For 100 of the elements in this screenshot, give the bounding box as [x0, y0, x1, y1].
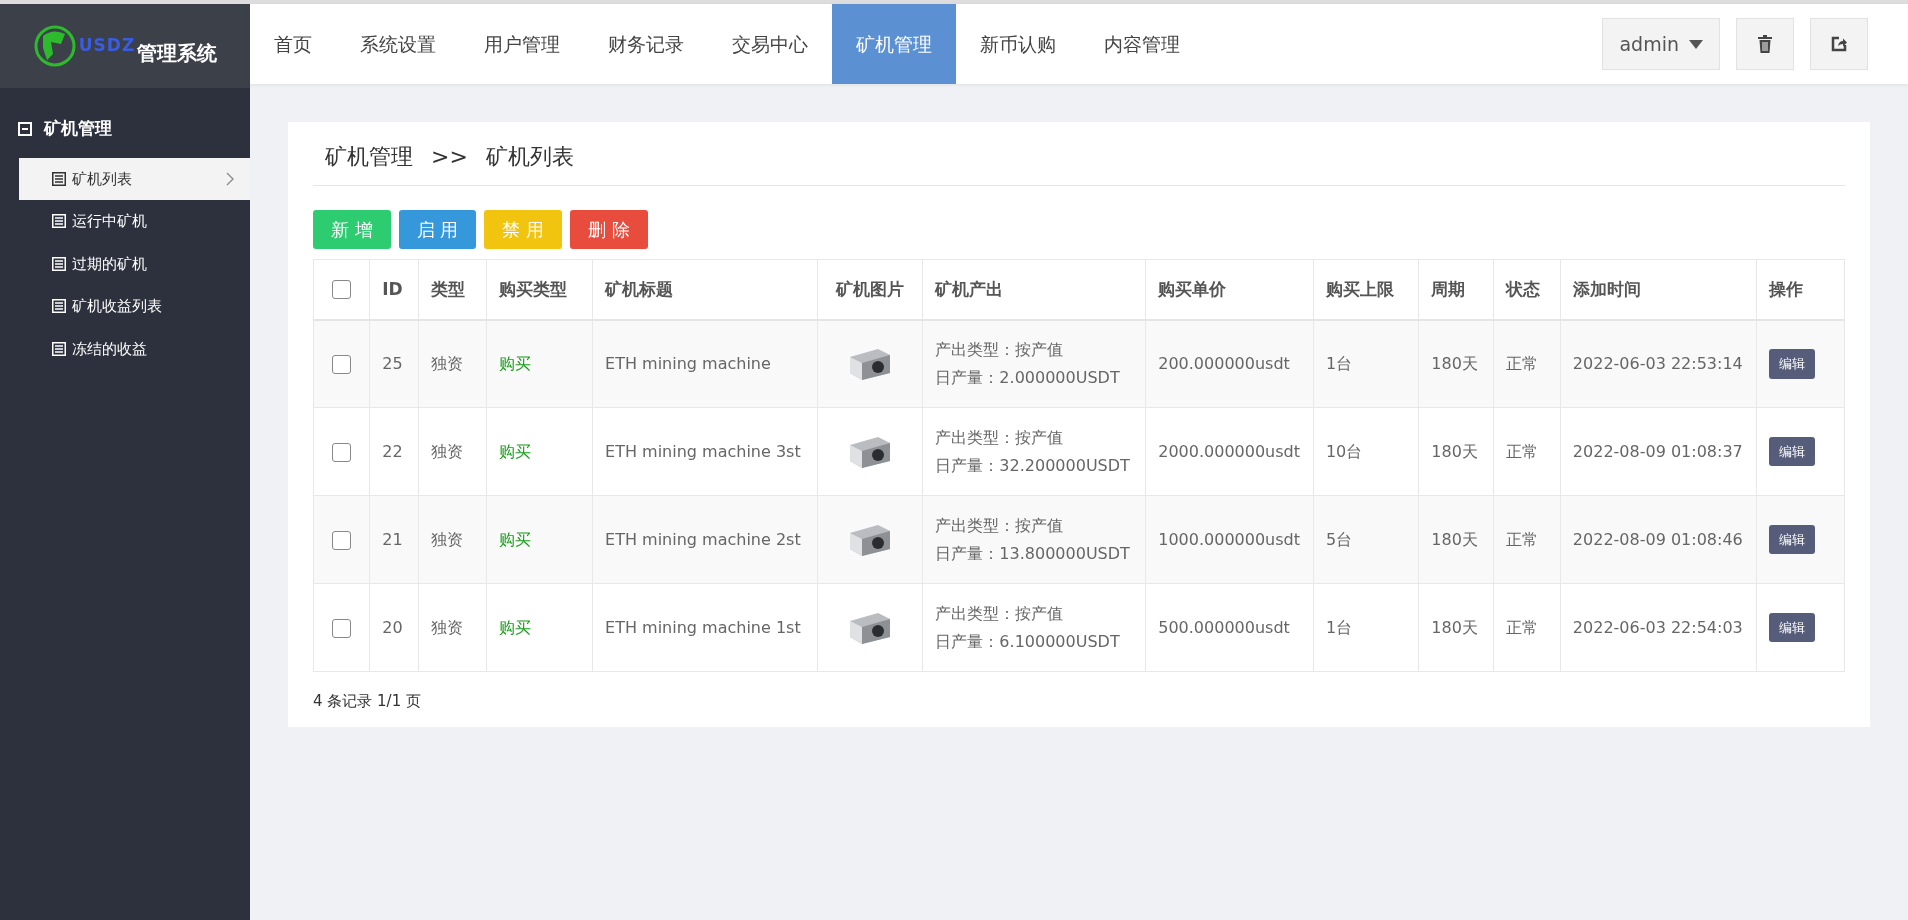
table-cell: ETH mining machine — [605, 353, 771, 373]
table-cell-text: 产出类型：按产值 — [935, 338, 1065, 361]
table-cell-text: 产出类型：按产值 — [935, 426, 1065, 449]
table-cell: 25 — [382, 353, 403, 373]
delete-button[interactable]: 删 除 — [570, 210, 648, 249]
breadcrumb-item: 矿机列表 — [485, 143, 574, 171]
table-cell-text: 产出类型：按产值 — [935, 514, 1065, 537]
column-header: 购买单价 — [1145, 259, 1314, 320]
collapse-icon[interactable] — [18, 121, 32, 136]
table-cell: 500.000000usdt — [1158, 617, 1290, 637]
column-header: 类型 — [418, 259, 487, 320]
share-icon — [1831, 36, 1847, 52]
table-cell: 1台 — [1325, 617, 1353, 637]
table-cell: 180天 — [1431, 617, 1478, 637]
table-cell-text: 日产量：13.800000USDT — [935, 542, 1131, 565]
table-cell-text: 日产量：2.000000USDT — [935, 366, 1121, 389]
table-cell: 独资 — [431, 617, 464, 637]
table-cell: 正常 — [1505, 617, 1538, 637]
record-count: 4 条记录 1/1 页 — [313, 691, 422, 712]
table-cell: 21 — [382, 529, 403, 549]
nav-tab[interactable]: 财务记录 — [584, 4, 708, 84]
edit-button[interactable]: 编辑 — [1768, 612, 1815, 643]
table-cell: 2022-06-03 22:54:03 — [1572, 617, 1743, 637]
column-header: 状态 — [1493, 259, 1561, 320]
row-checkbox[interactable] — [332, 530, 352, 550]
nav-tab[interactable]: 交易中心 — [708, 4, 832, 84]
sidebar-item[interactable]: 运行中矿机 — [19, 200, 250, 243]
logo-title: 管理系统 — [137, 40, 218, 67]
table-cell: 180天 — [1431, 353, 1478, 373]
list-icon — [52, 214, 66, 229]
sidebar-item[interactable]: 矿机列表 — [19, 157, 250, 200]
table-cell: 200.000000usdt — [1158, 353, 1290, 373]
select-all-checkbox[interactable] — [332, 280, 352, 299]
column-header: 矿机标题 — [592, 259, 818, 320]
column-header: 购买类型 — [486, 259, 593, 320]
table-cell: 2022-06-03 22:53:14 — [1572, 353, 1743, 373]
logo-mark: USDZ — [78, 34, 136, 58]
list-icon — [52, 171, 66, 186]
table-cell: 2000.000000usdt — [1158, 441, 1301, 461]
edit-button[interactable]: 编辑 — [1768, 524, 1815, 555]
table-cell: ETH mining machine 3st — [605, 441, 801, 461]
column-header: 周期 — [1418, 259, 1494, 320]
table-cell: 180天 — [1431, 441, 1478, 461]
row-checkbox[interactable] — [332, 442, 352, 462]
table-cell: 正常 — [1505, 353, 1538, 373]
list-icon — [52, 299, 66, 314]
edit-button[interactable]: 编辑 — [1768, 436, 1815, 467]
nav-tab[interactable]: 系统设置 — [336, 4, 460, 84]
table-cell: 独资 — [431, 353, 464, 373]
table-cell: 1000.000000usdt — [1158, 529, 1301, 549]
nav-tab[interactable]: 首页 — [250, 4, 336, 84]
table-cell: 独资 — [431, 441, 464, 461]
miner-photo — [848, 346, 893, 381]
table-cell: 正常 — [1505, 441, 1538, 461]
table-cell-text: 产出类型：按产值 — [935, 602, 1065, 625]
table-cell: 180天 — [1431, 529, 1478, 549]
logout-button[interactable] — [1810, 18, 1868, 70]
sidebar-item[interactable]: 冻结的收益 — [19, 327, 250, 370]
miner-photo — [848, 610, 893, 645]
column-header: 操作 — [1756, 259, 1845, 320]
table-cell: 22 — [382, 441, 403, 461]
table-cell: 20 — [382, 617, 403, 637]
column-header: ID — [369, 259, 419, 320]
edit-button[interactable]: 编辑 — [1768, 349, 1815, 379]
trash-icon — [1758, 35, 1772, 53]
breadcrumb-item: 矿机管理 — [325, 143, 413, 171]
row-checkbox[interactable] — [332, 354, 352, 374]
sidebar-title: 矿机管理 — [44, 117, 112, 140]
table-cell: 购买 — [498, 441, 531, 461]
user-menu-button[interactable]: admin — [1602, 18, 1720, 70]
trash-button[interactable] — [1736, 18, 1794, 70]
table-cell: ETH mining machine 2st — [605, 529, 801, 549]
table-cell: ETH mining machine 1st — [605, 617, 801, 637]
nav-tab[interactable]: 内容管理 — [1080, 4, 1204, 84]
sidebar-item[interactable]: 过期的矿机 — [19, 242, 250, 285]
table-cell: 独资 — [431, 529, 464, 549]
column-header: 购买上限 — [1313, 259, 1419, 320]
nav-tab[interactable]: 新币认购 — [956, 4, 1080, 84]
sidebar-item[interactable]: 矿机收益列表 — [19, 285, 250, 328]
table-cell-text: 日产量：6.100000USDT — [935, 630, 1121, 653]
table-cell: 10台 — [1325, 441, 1363, 461]
column-header: 矿机产出 — [922, 259, 1146, 320]
table-cell: 2022-08-09 01:08:46 — [1572, 529, 1743, 549]
chevron-right-icon — [226, 171, 234, 186]
column-header: 添加时间 — [1560, 259, 1757, 320]
table-cell: 购买 — [498, 353, 531, 373]
column-header: 矿机图片 — [817, 259, 923, 320]
row-checkbox[interactable] — [332, 618, 352, 638]
table-cell: 5台 — [1325, 529, 1353, 549]
nav-tab[interactable]: 用户管理 — [460, 4, 584, 84]
table-cell: 正常 — [1505, 529, 1538, 549]
table-cell: 2022-08-09 01:08:37 — [1572, 441, 1743, 461]
breadcrumb-separator: >> — [431, 143, 468, 171]
miner-photo — [848, 522, 893, 557]
table-cell: 购买 — [498, 529, 531, 549]
table-cell: 1台 — [1325, 353, 1353, 373]
table-cell: 购买 — [498, 617, 531, 637]
caret-icon — [1689, 39, 1703, 49]
table-cell-text: 日产量：32.200000USDT — [935, 454, 1131, 477]
miner-photo — [848, 434, 893, 469]
